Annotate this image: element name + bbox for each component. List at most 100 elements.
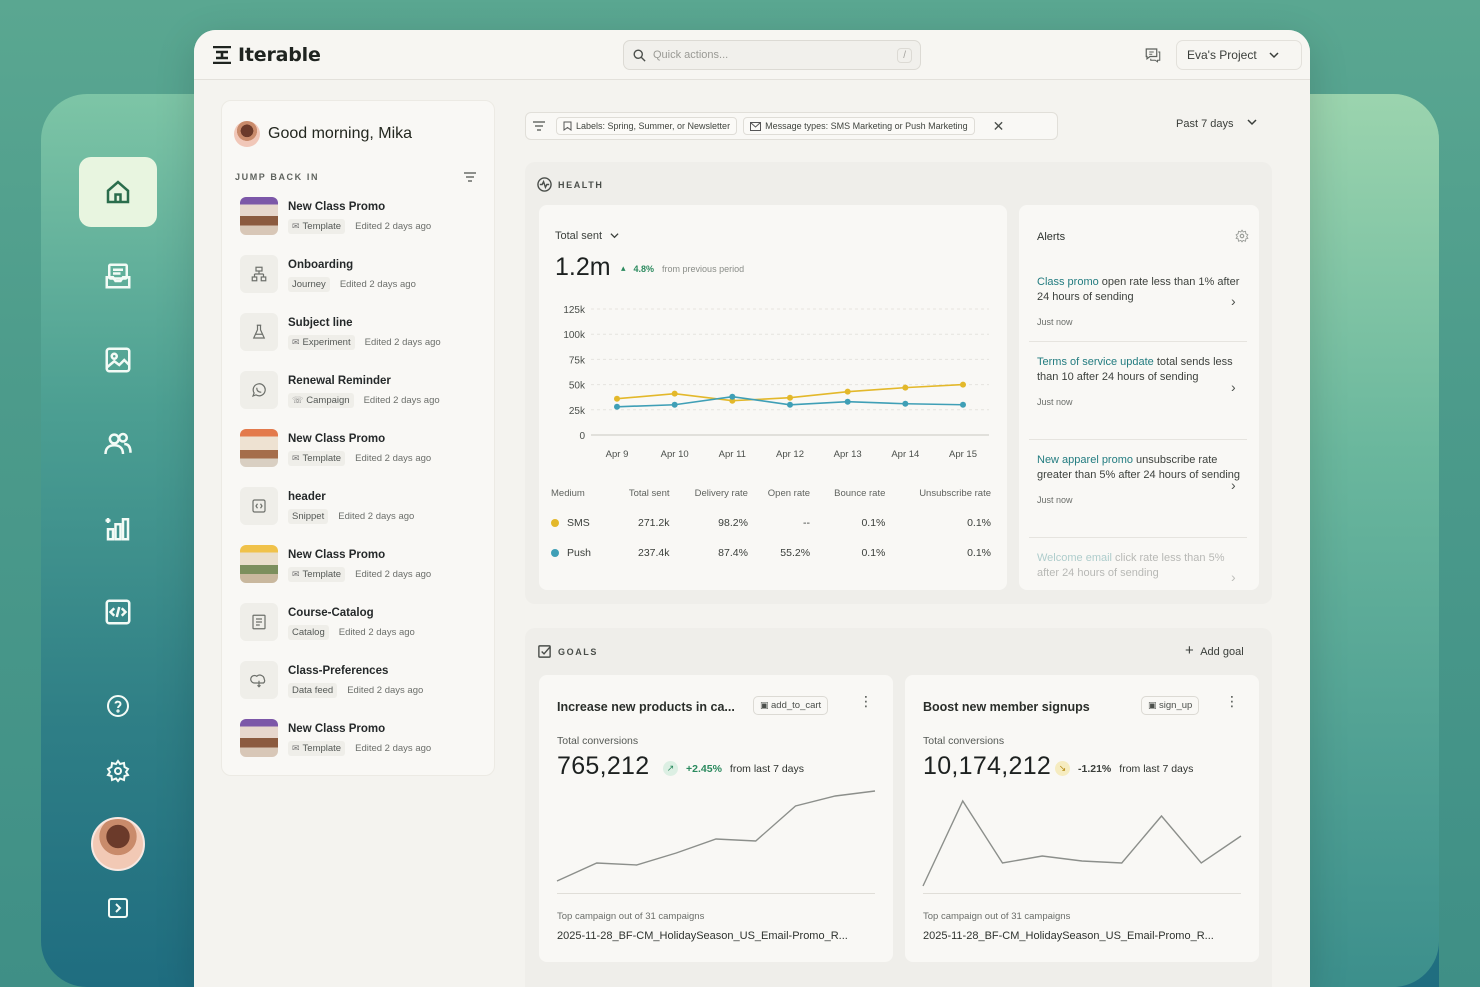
item-edited: Edited 2 days ago <box>355 743 432 754</box>
top-campaign-name[interactable]: 2025-11-28_BF-CM_HolidaySeason_US_Email-… <box>557 930 848 942</box>
data-point-sms[interactable] <box>844 388 851 395</box>
chevron-right-icon[interactable]: › <box>1231 477 1236 493</box>
alert-item[interactable]: Class promo open rate less than 1% after… <box>1037 275 1242 330</box>
data-point-push[interactable] <box>787 401 793 408</box>
x-tick-label: Apr 9 <box>606 449 629 460</box>
recent-item-body: Course-Catalog Catalog Edited 2 days ago <box>288 603 415 640</box>
add-goal-button[interactable]: + Add goal <box>1185 642 1244 659</box>
recent-item[interactable]: Renewal Reminder ☏ Campaign Edited 2 days… <box>240 371 485 429</box>
filter-icon[interactable] <box>532 120 546 132</box>
chevron-right-icon[interactable]: › <box>1231 569 1236 585</box>
alert-subject[interactable]: New apparel promo <box>1037 454 1133 466</box>
recent-item-meta: Journey Edited 2 days ago <box>288 277 416 292</box>
item-type-text: Journey <box>292 279 326 290</box>
quick-actions-search[interactable]: Quick actions... / <box>623 40 921 70</box>
message-types-filter-chip[interactable]: Message types: SMS Marketing or Push Mar… <box>743 117 975 135</box>
item-type-tag: ✉ Experiment <box>288 335 355 350</box>
recent-item[interactable]: New Class Promo ✉ Template Edited 2 days … <box>240 197 485 255</box>
table-cell: Push <box>551 547 610 577</box>
recent-item-meta: Catalog Edited 2 days ago <box>288 625 415 640</box>
clear-filters-button[interactable]: ✕ <box>993 118 1005 135</box>
project-selector[interactable]: Eva's Project <box>1176 40 1302 70</box>
data-point-push[interactable] <box>671 401 678 408</box>
alert-divider <box>1029 341 1247 342</box>
jump-back-in-label: JUMP BACK IN <box>235 172 320 182</box>
table-cell: 271.2k <box>637 517 670 529</box>
delta-note: from previous period <box>662 263 745 274</box>
data-point-sms[interactable] <box>671 390 678 397</box>
goal-card[interactable]: Increase new products in ca... ▣ add_to_… <box>539 675 893 962</box>
chevron-right-icon[interactable]: › <box>1231 293 1236 309</box>
home-icon <box>106 180 130 204</box>
recent-item-body: Class-Preferences Data feed Edited 2 day… <box>288 661 423 698</box>
recent-item-body: New Class Promo ✉ Template Edited 2 days … <box>288 429 431 466</box>
recent-item-meta: ✉ Template Edited 2 days ago <box>288 741 431 756</box>
data-point-sms[interactable] <box>960 381 966 388</box>
logo[interactable]: Iterable <box>212 44 321 66</box>
alert-item[interactable]: New apparel promo unsubscribe rate great… <box>1037 453 1242 508</box>
health-label: HEALTH <box>537 177 603 192</box>
alert-item[interactable]: Terms of service update total sends less… <box>1037 355 1242 410</box>
chevron-right-icon[interactable]: › <box>1231 379 1236 395</box>
data-point-push[interactable] <box>844 398 851 405</box>
data-point-sms[interactable] <box>614 395 620 402</box>
rail-collapse-button[interactable] <box>79 873 157 943</box>
x-tick-label: Apr 15 <box>949 449 977 460</box>
recent-item[interactable]: Onboarding Journey Edited 2 days ago <box>240 255 485 313</box>
data-point-sms[interactable] <box>787 394 793 401</box>
more-options-icon[interactable]: ⋮ <box>859 693 873 710</box>
metric-selector[interactable]: Total sent <box>555 230 619 242</box>
inbox-icon <box>105 263 131 289</box>
data-point-push[interactable] <box>729 393 736 400</box>
data-point-sms[interactable] <box>902 384 909 391</box>
rail-code-button[interactable] <box>79 577 157 647</box>
alert-subject[interactable]: Class promo <box>1037 276 1099 288</box>
rail-settings-button[interactable] <box>79 736 157 806</box>
goal-card[interactable]: Boost new member signups ▣ sign_up ⋮ Tot… <box>905 675 1259 962</box>
recent-item[interactable]: Class-Preferences Data feed Edited 2 day… <box>240 661 485 719</box>
item-type-tag: Data feed <box>288 683 338 698</box>
recent-item-meta: ✉ Template Edited 2 days ago <box>288 451 431 466</box>
recent-item[interactable]: New Class Promo ✉ Template Edited 2 days … <box>240 719 485 777</box>
recent-item[interactable]: header Snippet Edited 2 days ago <box>240 487 485 545</box>
rail-analytics-button[interactable] <box>79 493 157 563</box>
rail-help-button[interactable] <box>79 671 157 741</box>
table-cell: 0.1% <box>861 517 886 529</box>
goal-value: 765,212 <box>557 752 650 780</box>
recent-item[interactable]: Subject line ✉ Experiment Edited 2 days a… <box>240 313 485 371</box>
alert-item[interactable]: Welcome email click rate less than 5% af… <box>1037 551 1242 581</box>
rail-audience-button[interactable] <box>79 409 157 479</box>
x-tick-label: Apr 11 <box>719 449 746 460</box>
user-avatar[interactable] <box>91 817 145 871</box>
rail-home-button[interactable] <box>79 157 157 227</box>
more-options-icon[interactable]: ⋮ <box>1225 693 1239 710</box>
item-edited: Edited 2 days ago <box>363 395 440 406</box>
goal-delta-value: +2.45% <box>686 762 722 775</box>
rail-inbox-button[interactable] <box>79 241 157 311</box>
alert-time: Just now <box>1037 397 1073 407</box>
item-type-tag: Journey <box>288 277 330 292</box>
goal-trend-line <box>922 799 1242 887</box>
top-campaign-name[interactable]: 2025-11-28_BF-CM_HolidaySeason_US_Email-… <box>923 930 1214 942</box>
plus-icon: + <box>1185 642 1194 659</box>
goal-event-tag[interactable]: ▣ sign_up <box>1141 696 1200 715</box>
data-point-push[interactable] <box>902 400 909 407</box>
data-point-push[interactable] <box>614 403 620 410</box>
recent-item[interactable]: New Class Promo ✉ Template Edited 2 days … <box>240 429 485 487</box>
data-point-push[interactable] <box>960 401 966 408</box>
rail-media-button[interactable] <box>79 325 157 395</box>
goal-event-tag[interactable]: ▣ add_to_cart <box>753 696 829 715</box>
alert-subject[interactable]: Welcome email <box>1037 552 1112 564</box>
goal-metric-label: Total conversions <box>923 735 1005 747</box>
table-row: Push 237.4k 87.4% 55.2% 0.1% 0.1% <box>551 547 991 577</box>
item-type-tag: ✉ Template <box>288 219 346 234</box>
gear-icon[interactable] <box>1235 229 1249 243</box>
filter-icon[interactable] <box>463 171 477 183</box>
date-range-selector[interactable]: Past 7 days <box>1176 118 1258 130</box>
recent-item[interactable]: New Class Promo ✉ Template Edited 2 days … <box>240 545 485 603</box>
type-icon: ☏ <box>292 395 304 405</box>
labels-filter-chip[interactable]: Labels: Spring, Summer, or Newsletter <box>556 117 738 135</box>
recent-item[interactable]: Course-Catalog Catalog Edited 2 days ago <box>240 603 485 661</box>
chat-icon[interactable] <box>1144 46 1162 64</box>
alert-subject[interactable]: Terms of service update <box>1037 356 1154 368</box>
